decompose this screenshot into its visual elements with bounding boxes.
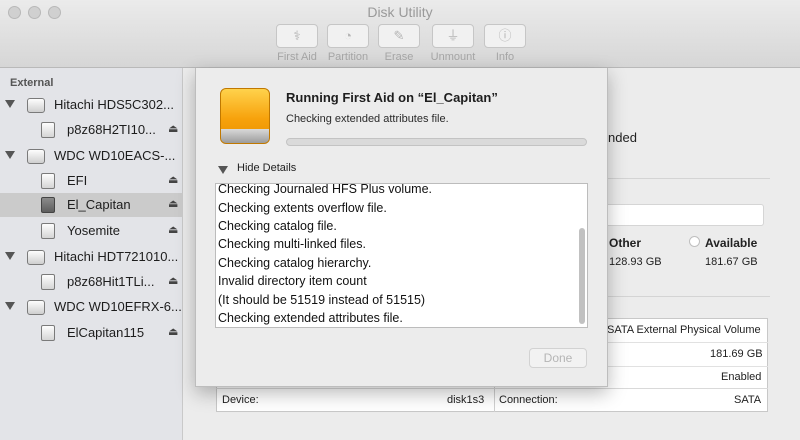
external-drive-icon <box>220 88 270 144</box>
volume-icon <box>41 274 55 290</box>
pie-icon: ◔ <box>327 24 369 48</box>
device-value: disk1s3 <box>447 394 485 406</box>
info-button[interactable]: ⓘ Info <box>477 24 533 63</box>
sheet-title: Running First Aid on “El_Capitan” <box>286 90 498 105</box>
device-label: Device: <box>222 394 259 406</box>
sidebar-item-volume[interactable]: Yosemite ⏏ <box>0 219 183 243</box>
connection-label: Connection: <box>499 394 558 406</box>
log-line: Checking extents overflow file. <box>218 201 387 215</box>
log-line: Invalid directory item count <box>218 274 367 288</box>
partition-button[interactable]: ◔ Partition <box>320 24 376 63</box>
first-aid-button[interactable]: ⚕ First Aid <box>269 24 325 63</box>
sidebar-item-volume[interactable]: p8z68Hit1TLi... ⏏ <box>0 270 183 294</box>
first-aid-label: First Aid <box>277 51 317 63</box>
sidebar-item-label: Hitachi HDS5C302... <box>54 97 174 112</box>
connection-type-value: SATA External Physical Volume <box>607 324 761 336</box>
stethoscope-icon: ⚕ <box>276 24 318 48</box>
log-line: (It should be 51519 instead of 51515) <box>218 293 426 307</box>
window-title: Disk Utility <box>367 4 433 20</box>
sidebar-item-volume[interactable]: p8z68H2TI10... ⏏ <box>0 118 183 142</box>
available-label: Available <box>705 236 758 250</box>
available-swatch <box>689 236 700 247</box>
other-label: Other <box>609 236 642 250</box>
progress-bar <box>286 138 587 146</box>
done-button[interactable]: Done <box>529 348 587 368</box>
volume-icon <box>41 122 55 138</box>
sidebar-item-label: p8z68Hit1TLi... <box>67 274 155 289</box>
eject-icon[interactable]: ⏏ <box>168 325 178 338</box>
sidebar-item-disk[interactable]: WDC WD10EFRX-6... <box>0 295 183 319</box>
sidebar-item-label: WDC WD10EACS-... <box>54 148 176 163</box>
eject-icon[interactable]: ⏏ <box>168 274 178 287</box>
sidebar-section-external: External <box>10 77 54 89</box>
sidebar-item-label: El_Capitan <box>67 197 131 212</box>
info-label: Info <box>495 51 515 63</box>
erase-button[interactable]: ✎ Erase <box>371 24 427 63</box>
sidebar-item-label: WDC WD10EFRX-6... <box>54 299 182 314</box>
sidebar-item-volume[interactable]: EFI ⏏ <box>0 169 183 193</box>
disclosure-triangle-icon[interactable] <box>5 151 15 159</box>
volume-icon <box>41 223 55 239</box>
usage-bar <box>595 204 764 226</box>
log-line: Checking catalog hierarchy. <box>218 256 372 270</box>
sidebar-item-label: p8z68H2TI10... <box>67 122 156 137</box>
erase-icon: ✎ <box>378 24 420 48</box>
first-aid-sheet: Running First Aid on “El_Capitan” Checki… <box>195 68 608 387</box>
log-line: Checking extended attributes file. <box>218 311 403 325</box>
partial-info-text: nded <box>608 130 637 145</box>
volume-icon <box>41 325 55 341</box>
log-line: Checking catalog file. <box>218 219 337 233</box>
hard-disk-icon <box>27 300 45 315</box>
volume-icon <box>41 197 55 213</box>
sidebar-item-volume[interactable]: ElCapitan115 ⏏ <box>0 321 183 345</box>
log-line: Checking multi-linked files. <box>218 237 366 251</box>
sidebar: External Hitachi HDS5C302... p8z68H2TI10… <box>0 68 183 440</box>
row-divider <box>216 388 768 389</box>
connection-value: SATA <box>734 394 762 406</box>
sheet-status: Checking extended attributes file. <box>286 113 449 125</box>
eject-icon[interactable]: ⏏ <box>168 122 178 135</box>
available-value: 181.67 GB <box>705 256 758 268</box>
log-line: Checking Journaled HFS Plus volume. <box>218 183 432 196</box>
eject-icon[interactable]: ⏏ <box>168 223 178 236</box>
hard-disk-icon <box>27 149 45 164</box>
eject-icon[interactable]: ⏏ <box>168 173 178 186</box>
details-log[interactable]: Checking Journaled HFS Plus volume. Chec… <box>215 183 588 328</box>
capacity-value: 181.69 GB <box>710 348 763 360</box>
divider <box>598 296 770 297</box>
unmount-label: Unmount <box>430 51 476 63</box>
sidebar-item-label: ElCapitan115 <box>67 325 145 340</box>
hide-details-toggle[interactable]: Hide Details <box>237 162 296 174</box>
divider <box>598 178 770 179</box>
hard-disk-icon <box>27 98 45 113</box>
disclosure-triangle-icon[interactable] <box>5 100 15 108</box>
volume-icon <box>41 173 55 189</box>
unmount-icon: ⏚ <box>432 24 474 48</box>
sidebar-item-volume-selected[interactable]: El_Capitan ⏏ <box>0 193 183 217</box>
sidebar-item-label: Yosemite <box>67 223 120 238</box>
info-icon: ⓘ <box>484 24 526 48</box>
sidebar-item-label: EFI <box>67 173 88 188</box>
disclosure-triangle-icon[interactable] <box>218 166 228 174</box>
eject-icon[interactable]: ⏏ <box>168 197 178 210</box>
sidebar-item-disk[interactable]: WDC WD10EACS-... <box>0 144 183 168</box>
erase-label: Erase <box>384 51 414 63</box>
disclosure-triangle-icon[interactable] <box>5 302 15 310</box>
unmount-button[interactable]: ⏚ Unmount <box>425 24 481 63</box>
other-value: 128.93 GB <box>609 256 662 268</box>
sidebar-item-label: Hitachi HDT721010... <box>54 249 179 264</box>
title-bar: Disk Utility ⚕ First Aid ◔ Partition ✎ E… <box>0 0 800 68</box>
sidebar-item-disk[interactable]: Hitachi HDT721010... <box>0 245 183 269</box>
partition-label: Partition <box>327 51 369 63</box>
owners-value: Enabled <box>721 371 762 383</box>
disclosure-triangle-icon[interactable] <box>5 252 15 260</box>
log-scrollbar[interactable] <box>579 228 585 324</box>
sidebar-item-disk[interactable]: Hitachi HDS5C302... <box>0 93 183 117</box>
hard-disk-icon <box>27 250 45 265</box>
